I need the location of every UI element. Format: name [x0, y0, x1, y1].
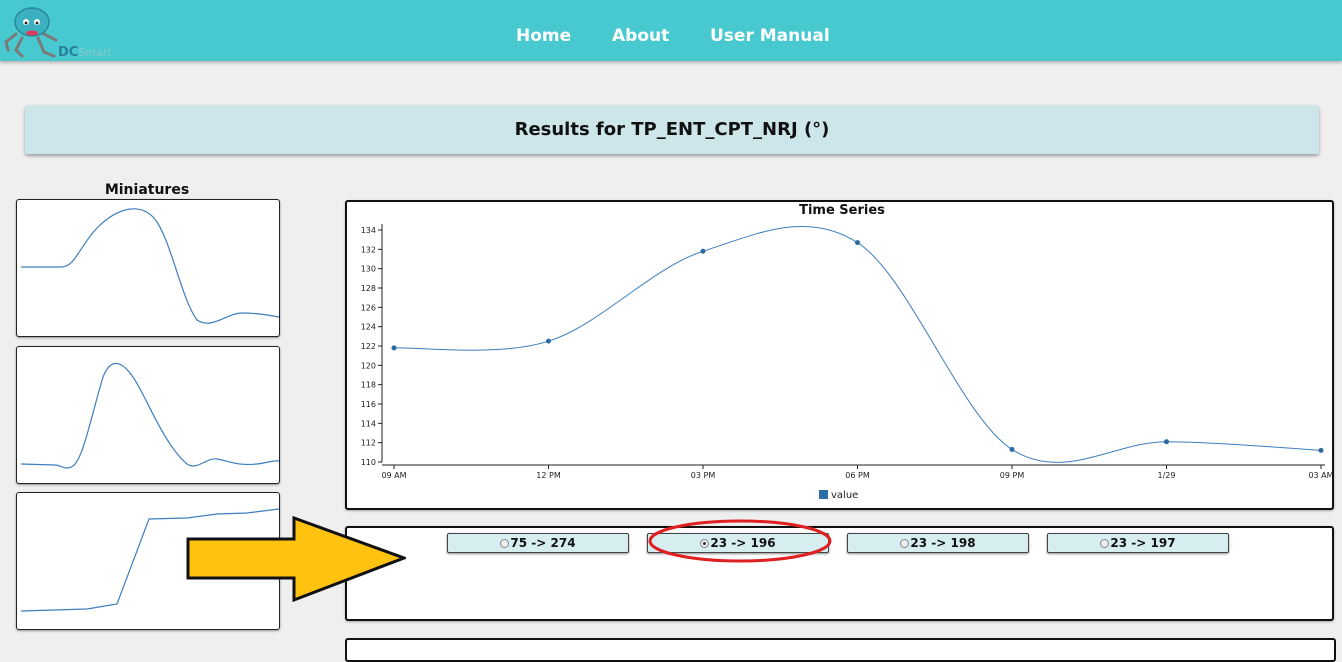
results-title: Results for TP_ENT_CPT_NRJ (°): [514, 119, 830, 140]
y-tick-label: 130: [361, 265, 376, 274]
nav-user-manual-link[interactable]: User Manual: [710, 26, 830, 46]
segment-radio[interactable]: [700, 538, 710, 548]
y-tick-label: 114: [361, 419, 376, 428]
segment-button[interactable]: 23 -> 197: [1047, 533, 1229, 553]
segment-label: 75 -> 274: [510, 536, 576, 550]
next-panel: [345, 638, 1336, 662]
y-tick-label: 112: [361, 439, 376, 448]
legend-swatch: [819, 490, 828, 499]
data-point: [1164, 439, 1169, 445]
data-point: [855, 240, 860, 246]
x-tick-label: 03 PM: [691, 471, 716, 480]
data-point: [1318, 447, 1324, 453]
data-point: [700, 248, 706, 254]
y-tick-label: 124: [361, 323, 376, 332]
x-tick-label: 09 PM: [1000, 471, 1025, 480]
series-line: [393, 225, 1322, 463]
time-series-chart: 110 112 114 116 118 120 122 124 126 128 130 132 134 0…: [361, 224, 1332, 501]
y-tick-label: 110: [361, 458, 376, 467]
segment-radio[interactable]: [1100, 538, 1110, 548]
x-tick-label: 03 AM: [1308, 471, 1332, 480]
nav-home-link[interactable]: Home: [516, 26, 571, 46]
x-tick-label: 06 PM: [845, 471, 870, 480]
y-tick-label: 132: [361, 245, 376, 254]
segment-button[interactable]: 75 -> 274: [447, 533, 629, 553]
segment-label: 23 -> 196: [710, 536, 776, 550]
time-series-panel: Time Series 110 112 114 116 118 120 122 124 126 1…: [345, 200, 1334, 510]
x-tick-label: 09 AM: [381, 471, 406, 480]
segment-label: 23 -> 198: [910, 536, 976, 550]
yellow-arrow-icon: [186, 516, 406, 603]
y-tick-label: 118: [361, 381, 376, 390]
data-point: [391, 345, 397, 351]
main-nav: Home About User Manual: [0, 26, 1342, 48]
miniature-chart-1[interactable]: [16, 199, 280, 337]
x-tick-label: 1/29: [1158, 471, 1176, 480]
data-point: [546, 338, 551, 344]
data-point: [1009, 446, 1015, 452]
segment-button[interactable]: 23 -> 198: [847, 533, 1029, 553]
miniature-curve-2: [20, 362, 280, 469]
y-tick-label: 122: [361, 342, 376, 351]
y-tick-label: 116: [361, 400, 376, 409]
top-navbar: DCSmart Home About User Manual: [0, 0, 1342, 61]
segment-radio[interactable]: [500, 538, 510, 548]
miniatures-title: Miniatures: [104, 182, 190, 198]
miniature-curve-1: [21, 208, 280, 324]
y-tick-label: 120: [361, 361, 376, 370]
segment-button[interactable]: 23 -> 196: [647, 533, 829, 553]
x-tick-label: 12 PM: [536, 471, 561, 480]
y-tick-label: 126: [361, 303, 376, 312]
results-banner: Results for TP_ENT_CPT_NRJ (°): [25, 105, 1319, 154]
segment-radio[interactable]: [900, 538, 910, 548]
y-tick-label: 134: [361, 226, 376, 235]
nav-about-link[interactable]: About: [612, 26, 669, 46]
segment-label: 23 -> 197: [1110, 536, 1176, 550]
y-tick-label: 128: [361, 284, 376, 293]
legend-label: value: [831, 490, 858, 501]
miniature-chart-2[interactable]: [16, 346, 280, 484]
